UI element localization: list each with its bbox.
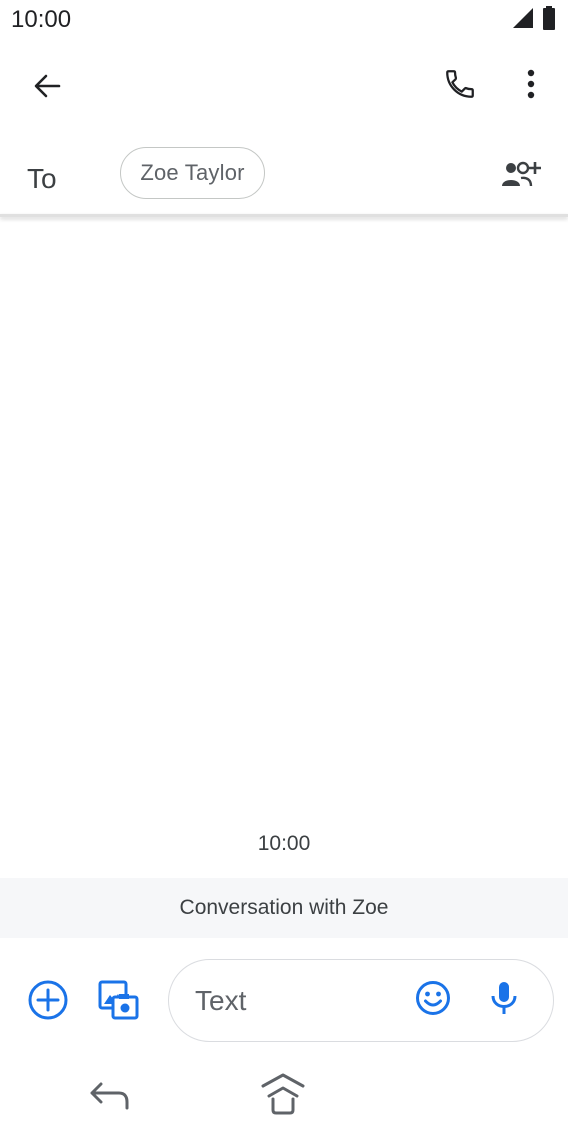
voice-input-button[interactable]: [476, 972, 532, 1028]
media-button[interactable]: [90, 974, 146, 1030]
mic-icon: [490, 980, 518, 1021]
add-recipient-button[interactable]: [493, 148, 549, 204]
gallery-camera-icon: [97, 979, 139, 1026]
nav-home-button[interactable]: [251, 1068, 315, 1124]
more-vert-icon: [526, 68, 536, 105]
add-circle-icon: [27, 979, 69, 1026]
message-input[interactable]: [193, 960, 407, 1042]
arrow-back-icon: [32, 71, 62, 106]
call-button[interactable]: [432, 58, 488, 114]
nav-home-icon: [259, 1072, 307, 1121]
more-options-button[interactable]: [503, 58, 559, 114]
signal-icon: [512, 7, 534, 34]
phone-icon: [443, 67, 477, 106]
nav-back-button[interactable]: [78, 1070, 142, 1126]
emoji-icon: [415, 980, 451, 1021]
to-label: To: [27, 163, 57, 194]
emoji-button[interactable]: [405, 972, 461, 1028]
group-add-icon: [501, 160, 541, 193]
conversation-banner: Conversation with Zoe: [0, 878, 568, 938]
attach-button[interactable]: [20, 974, 76, 1030]
status-time: 10:00: [11, 6, 72, 33]
compose-field[interactable]: [168, 959, 554, 1042]
message-timestamp: 10:00: [257, 832, 311, 855]
battery-icon: [542, 5, 556, 35]
status-icons: [512, 5, 556, 35]
back-button[interactable]: [19, 60, 75, 116]
header-divider: [0, 214, 568, 217]
conversation-banner-text: Conversation with Zoe: [179, 896, 389, 919]
recipient-chip[interactable]: Zoe Taylor: [120, 147, 265, 199]
nav-back-icon: [89, 1080, 131, 1117]
